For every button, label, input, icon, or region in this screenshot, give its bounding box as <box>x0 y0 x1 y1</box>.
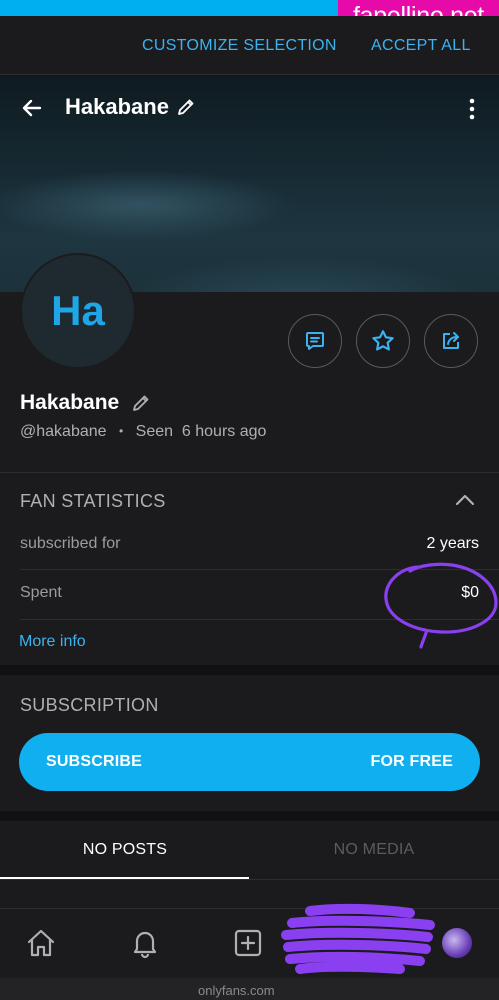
divider <box>0 472 499 473</box>
tab-posts[interactable]: NO POSTS <box>0 841 250 859</box>
home-icon[interactable] <box>25 927 57 959</box>
avatar[interactable]: Ha <box>20 253 136 369</box>
add-post-icon[interactable] <box>233 928 263 958</box>
page-title: Hakabane <box>65 94 169 119</box>
edit-name-pencil-icon[interactable] <box>131 393 151 413</box>
accept-all-button[interactable]: ACCEPT ALL <box>371 37 471 55</box>
username: @hakabane <box>20 423 107 440</box>
tab-media[interactable]: NO MEDIA <box>249 841 499 859</box>
subscribed-for-value: 2 years <box>426 535 479 552</box>
user-avatar-nav[interactable] <box>442 928 472 958</box>
edit-pencil-icon[interactable] <box>176 97 196 117</box>
spent-label: Spent <box>20 584 62 601</box>
customize-selection-button[interactable]: CUSTOMIZE SELECTION <box>142 37 337 55</box>
profile-name: Hakabane <box>20 391 120 414</box>
star-icon <box>372 330 394 351</box>
browser-url-bar: onlyfans.com <box>0 978 499 1000</box>
bell-icon[interactable] <box>129 927 161 959</box>
subscribe-price: FOR FREE <box>370 753 453 770</box>
profile-meta: @hakabane • Seen 6 hours ago <box>20 423 266 441</box>
section-separator <box>0 665 499 675</box>
subscribe-label: SUBSCRIBE <box>46 753 143 770</box>
chevron-up-icon[interactable] <box>454 492 476 508</box>
tab-divider <box>0 879 499 880</box>
redaction-scribble <box>281 903 435 974</box>
share-icon <box>443 332 459 349</box>
subscribed-for-label: subscribed for <box>20 535 121 552</box>
subscribe-button[interactable]: SUBSCRIBE FOR FREE <box>19 733 480 791</box>
last-seen: Seen 6 hours ago <box>135 423 267 440</box>
more-info-link[interactable]: More info <box>19 633 86 651</box>
separator-dot: • <box>118 424 124 438</box>
back-arrow-icon[interactable] <box>20 96 44 120</box>
subscription-title: SUBSCRIPTION <box>20 695 159 715</box>
share-button[interactable] <box>424 314 478 368</box>
section-separator <box>0 811 499 821</box>
message-icon <box>306 332 324 350</box>
favorite-button[interactable] <box>356 314 410 368</box>
url-text[interactable]: onlyfans.com <box>198 983 275 998</box>
fan-statistics-title[interactable]: FAN STATISTICS <box>20 491 166 512</box>
message-button[interactable] <box>288 314 342 368</box>
more-vertical-icon[interactable] <box>463 98 481 120</box>
annotation-circle <box>384 562 498 649</box>
